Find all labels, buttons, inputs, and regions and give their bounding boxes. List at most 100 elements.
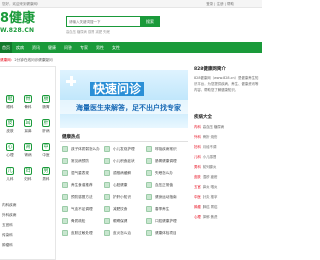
nav-item[interactable]: 资讯 <box>32 45 40 51</box>
welcome-text: 您好，欢迎来到健康网! <box>2 1 39 6</box>
hot-keywords[interactable]: 高血压 糖尿病 感冒 减肥 失眠 <box>66 29 110 34</box>
thumbnail-icon <box>104 158 110 164</box>
site-intro-text: 828健康网（www.828.cn）是健康养生知识平台，为您提供疾病、养生、健康… <box>194 76 259 92</box>
disease-list-item[interactable]: 男科 前列腺炎 <box>194 164 216 169</box>
disease-tag: 肿瘤 <box>194 205 201 209</box>
hot-topic-label: 养生食谱推荐 <box>71 182 93 187</box>
search-input[interactable] <box>69 18 139 25</box>
thumbnail-icon <box>104 230 110 236</box>
thumbnail-icon <box>146 158 152 164</box>
disease-list-item[interactable]: 肿瘤 肺癌 胃癌 <box>194 204 217 209</box>
hot-topic-label: 小儿发烧护理 <box>113 146 135 151</box>
site-logo[interactable]: 8健康 W.828.CN <box>0 11 40 39</box>
notice-text[interactable]: 2分钟在线问诊健康疑问 <box>14 58 52 62</box>
disease-list-item[interactable]: 儿科 小儿感冒 <box>194 154 216 159</box>
disease-text: 抑郁 焦虑 <box>202 215 218 219</box>
disease-list-item[interactable]: 妇科 月经不调 <box>194 144 216 149</box>
main-nav: 首页 疾病 资讯 健康 问答 专家 男性 女性 <box>0 42 262 53</box>
thumbnail-icon <box>104 218 110 224</box>
disease-tag: 中医 <box>194 195 201 199</box>
nav-item-home[interactable]: 首页 <box>0 42 12 53</box>
category-item[interactable]: 心心理 <box>2 143 18 165</box>
hot-topic-label: 肠胃健康调理 <box>155 158 177 163</box>
left-list-item[interactable]: 传染科 <box>2 233 13 238</box>
nav-item[interactable]: 疾病 <box>16 45 24 51</box>
left-list-item[interactable]: 外科疾病 <box>2 213 16 218</box>
banner-title: 快速问诊 <box>90 82 145 96</box>
category-label: 肾病 <box>24 153 32 157</box>
login-links[interactable]: 登录 | 注册 | 帮助 <box>206 2 234 7</box>
disease-text: 前列腺炎 <box>202 165 217 169</box>
nav-item[interactable]: 问答 <box>64 45 72 51</box>
hot-topic-label: 护肝小知识 <box>113 194 131 199</box>
hot-topic-label: 减肥饮食 <box>113 206 128 211</box>
thumbnail-icon <box>62 182 68 188</box>
kidney-icon: 肾 <box>24 143 32 151</box>
disease-text: 月经不调 <box>202 145 217 149</box>
category-item[interactable]: 骨骨科 <box>20 95 36 117</box>
category-item[interactable]: 肾肾病 <box>20 143 36 165</box>
disease-tag: 皮肤 <box>194 175 201 179</box>
category-item[interactable]: 耳耳鼻 <box>20 119 36 141</box>
right-panel: 828健康网简介 828健康网（www.828.cn）是健康养生知识平台，为您提… <box>194 66 262 260</box>
category-label: 妇科 <box>24 177 32 181</box>
category-item[interactable]: 儿儿科 <box>2 167 18 189</box>
thumbnail-icon <box>62 230 68 236</box>
disease-text: 肺癌 胃癌 <box>202 205 218 209</box>
liver-icon: 肝 <box>42 119 50 127</box>
hot-topic-label: 小儿积食症状 <box>113 158 135 163</box>
disease-list-item[interactable]: 皮肤 湿疹 痤疮 <box>194 174 217 179</box>
disease-tag: 儿科 <box>194 155 201 159</box>
nav-item[interactable]: 女性 <box>112 45 120 51</box>
left-list-item[interactable]: 内科疾病 <box>2 203 16 208</box>
disease-text: 鼻炎 咽炎 <box>202 185 218 189</box>
category-item[interactable]: 男男科 <box>38 167 54 189</box>
logo-url: W.828.CN <box>0 27 35 34</box>
hot-topic-label: 呼吸疾病常识 <box>155 146 177 151</box>
hot-topic-label: 口腔健康护理 <box>155 218 177 223</box>
category-label: 中医 <box>42 153 50 157</box>
category-label: 皮肤 <box>6 129 14 133</box>
left-list-item[interactable]: 五官科 <box>2 223 13 228</box>
banner-subtitle: 海量医生来解答，足不出户找专家 <box>76 104 181 112</box>
category-label: 心理 <box>6 153 14 157</box>
hot-topic-label: 眼睛保健 <box>113 218 128 223</box>
category-label: 肝病 <box>42 129 50 133</box>
thumbnail-icon <box>62 158 68 164</box>
disease-list-item[interactable]: 中医 针灸 推拿 <box>194 194 217 199</box>
thumbnail-icon <box>146 218 152 224</box>
search-button[interactable]: 搜索 <box>140 16 160 27</box>
category-item[interactable]: 肝肝病 <box>38 119 54 141</box>
nav-item[interactable]: 专家 <box>80 45 88 51</box>
hot-topic-label: 心脏健康 <box>113 182 128 187</box>
thumbnail-icon <box>146 170 152 176</box>
herb-icon: 中 <box>42 143 50 151</box>
hot-topic-label: 孩子体质弱怎么办 <box>71 146 100 151</box>
left-list-item[interactable]: 肿瘤科 <box>2 243 13 248</box>
category-item[interactable]: 肠肠胃 <box>38 95 54 117</box>
nav-item[interactable]: 健康 <box>48 45 56 51</box>
category-label: 肠胃 <box>42 105 50 109</box>
hot-topic-label: 气血不足调理 <box>71 206 93 211</box>
hot-topic-label: 湿气重表现 <box>71 170 89 175</box>
thumbnail-icon <box>62 194 68 200</box>
category-label: 男科 <box>42 177 50 181</box>
disease-list-item[interactable]: 五官 鼻炎 咽炎 <box>194 184 217 189</box>
hot-topics: 健康热点 孩子体质弱怎么办 小儿发烧护理 呼吸疾病常识 常见病预防 小儿积食症状 肠胃健康… <box>60 132 188 260</box>
site-intro-title: 828健康网简介 <box>194 67 226 72</box>
category-item[interactable]: 妇妇科 <box>20 167 36 189</box>
male-icon: 男 <box>42 167 50 175</box>
category-item[interactable]: 中中医 <box>38 143 54 165</box>
category-panel: 眼眼科 骨骨科 肠肠胃 皮皮肤 耳耳鼻 肝肝病 心心理 肾肾病 中中医 儿儿科 … <box>0 66 56 260</box>
disease-list-item[interactable]: 外科 骨折 烧伤 <box>194 134 217 139</box>
disease-list-item[interactable]: 心理 抑郁 焦虑 <box>194 214 217 219</box>
category-item[interactable]: 皮皮肤 <box>2 119 18 141</box>
disease-text: 针灸 推拿 <box>202 195 218 199</box>
disease-list-title: 疾病大全 <box>194 115 212 120</box>
category-item[interactable]: 眼眼科 <box>2 95 18 117</box>
medical-cross-icon <box>66 76 76 86</box>
disease-list-item[interactable]: 内科 高血压 糖尿病 <box>194 124 224 129</box>
consult-banner[interactable]: 快速问诊 海量医生来解答，足不出户找专家 <box>60 70 188 128</box>
nav-item[interactable]: 男性 <box>96 45 104 51</box>
thumbnail-icon <box>104 194 110 200</box>
